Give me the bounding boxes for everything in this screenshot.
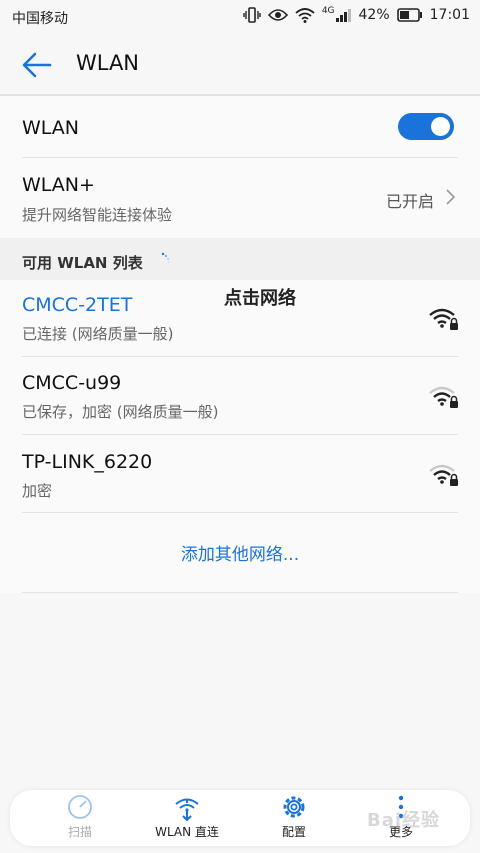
eye-icon bbox=[267, 9, 288, 21]
wifi-status-icon bbox=[295, 7, 315, 23]
row-divider bbox=[22, 592, 458, 593]
scanning-spinner-icon bbox=[161, 252, 170, 263]
config-label: 配置 bbox=[281, 825, 306, 839]
wlan-switch[interactable] bbox=[398, 113, 454, 140]
wlan-plus-label: WLAN+ bbox=[22, 174, 95, 196]
app-bar: WLAN bbox=[0, 34, 480, 96]
switch-knob bbox=[431, 117, 450, 136]
row-divider bbox=[22, 356, 458, 357]
row-divider bbox=[22, 157, 458, 158]
signal-icon bbox=[335, 9, 351, 22]
row-divider bbox=[22, 434, 458, 435]
tutorial-annotation: 点击网络 bbox=[224, 288, 296, 309]
wifi-locked-medium-icon bbox=[429, 386, 458, 408]
network-status: 已保存，加密 (网络质量一般) bbox=[22, 403, 219, 421]
network-status: 已连接 (网络质量一般) bbox=[22, 325, 174, 343]
row-divider bbox=[22, 512, 458, 513]
back-arrow-icon bbox=[22, 52, 52, 78]
network-name: CMCC-2TET bbox=[22, 294, 133, 316]
vibrate-icon bbox=[243, 7, 261, 23]
page-title: WLAN bbox=[76, 51, 140, 75]
wlan-plus-state: 已开启 bbox=[386, 192, 435, 211]
status-icons: 4G 42% 17:01 bbox=[243, 6, 470, 23]
gear-icon bbox=[283, 796, 305, 818]
back-button[interactable] bbox=[20, 50, 54, 80]
scan-label: 扫描 bbox=[67, 825, 92, 839]
wifi-direct-label: WLAN 直连 bbox=[155, 825, 219, 839]
network-list-header: 可用 WLAN 列表 bbox=[0, 238, 480, 280]
wifi-direct-icon bbox=[175, 798, 199, 821]
battery-percent: 42% bbox=[358, 7, 390, 23]
battery-icon bbox=[396, 8, 422, 22]
status-bar: 中国移动 4G 42% 17:01 bbox=[0, 0, 480, 34]
config-button[interactable]: 配置 bbox=[254, 790, 334, 846]
add-other-network-button[interactable]: 添加其他网络... bbox=[0, 540, 480, 565]
carrier-name: 中国移动 bbox=[12, 11, 68, 27]
chevron-right-icon bbox=[446, 189, 456, 205]
network-type: 4G bbox=[321, 6, 335, 16]
wifi-direct-button[interactable]: WLAN 直连 bbox=[147, 790, 227, 846]
wlan-plus-subtitle: 提升网络智能连接体验 bbox=[22, 206, 173, 224]
wifi-locked-medium-icon bbox=[429, 464, 458, 486]
wlan-toggle-label: WLAN bbox=[22, 117, 80, 139]
clock: 17:01 bbox=[429, 7, 470, 23]
network-list-title: 可用 WLAN 列表 bbox=[22, 254, 143, 272]
wifi-locked-strong-icon bbox=[429, 308, 458, 330]
scan-icon bbox=[68, 795, 92, 819]
scan-button[interactable]: 扫描 bbox=[40, 790, 120, 846]
network-name: TP-LINK_6220 bbox=[22, 451, 153, 473]
network-name: CMCC-u99 bbox=[22, 372, 122, 394]
network-status: 加密 bbox=[22, 482, 53, 500]
watermark: Bai经验 bbox=[367, 810, 441, 831]
